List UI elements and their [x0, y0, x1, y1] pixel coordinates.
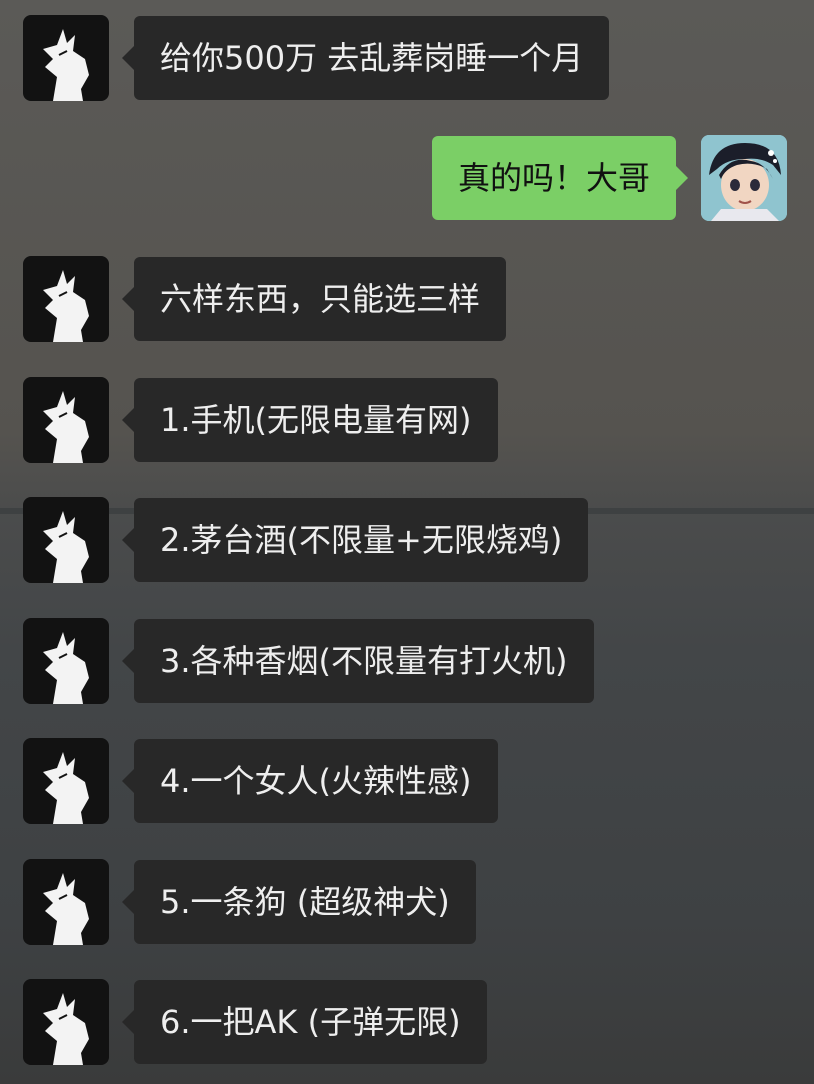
outgoing-message-bubble[interactable]: 真的吗！大哥 — [431, 136, 689, 220]
incoming-message-bubble[interactable]: 5.一条狗 (超级神犬) — [122, 860, 476, 944]
wolf-silhouette-icon — [43, 29, 89, 101]
wolf-silhouette-icon — [43, 993, 89, 1065]
incoming-message-bubble[interactable]: 3.各种香烟(不限量有打火机) — [122, 619, 594, 703]
message-row: 真的吗！大哥 — [0, 135, 814, 221]
wolf-silhouette-icon — [43, 752, 89, 824]
wolf-silhouette-icon — [43, 632, 89, 704]
wolf-silhouette-icon — [43, 391, 89, 463]
sender-avatar[interactable] — [23, 979, 109, 1065]
incoming-message-bubble[interactable]: 2.茅台酒(不限量+无限烧鸡) — [121, 498, 589, 582]
message-row: 5.一条狗 (超级神犬) — [0, 859, 814, 945]
message-row: 4.一个女人(火辣性感) — [0, 738, 814, 824]
incoming-message-bubble[interactable]: 六样东西，只能选三样 — [121, 257, 507, 341]
message-row: 1.手机(无限电量有网) — [0, 377, 814, 463]
incoming-message-bubble[interactable]: 6.一把AK (子弹无限) — [122, 980, 487, 1064]
anime-boy-icon — [701, 135, 787, 221]
message-row: 3.各种香烟(不限量有打火机) — [0, 618, 814, 704]
incoming-message-bubble[interactable]: 给你500万 去乱葬岗睡一个月 — [121, 16, 610, 100]
sender-avatar[interactable] — [23, 256, 109, 342]
sender-avatar[interactable] — [23, 15, 109, 101]
wolf-silhouette-icon — [43, 873, 89, 945]
message-row: 六样东西，只能选三样 — [0, 256, 814, 342]
wolf-silhouette-icon — [43, 511, 89, 583]
my-avatar[interactable] — [701, 135, 787, 221]
incoming-message-bubble[interactable]: 1.手机(无限电量有网) — [122, 378, 498, 462]
wolf-silhouette-icon — [43, 270, 89, 342]
message-row: 给你500万 去乱葬岗睡一个月 — [0, 15, 814, 101]
sender-avatar[interactable] — [23, 497, 109, 583]
message-row: 6.一把AK (子弹无限) — [0, 979, 814, 1065]
sender-avatar[interactable] — [23, 738, 109, 824]
sender-avatar[interactable] — [23, 859, 109, 945]
incoming-message-bubble[interactable]: 4.一个女人(火辣性感) — [122, 739, 498, 823]
sender-avatar[interactable] — [23, 618, 109, 704]
sender-avatar[interactable] — [23, 377, 109, 463]
message-row: 2.茅台酒(不限量+无限烧鸡) — [0, 497, 814, 583]
